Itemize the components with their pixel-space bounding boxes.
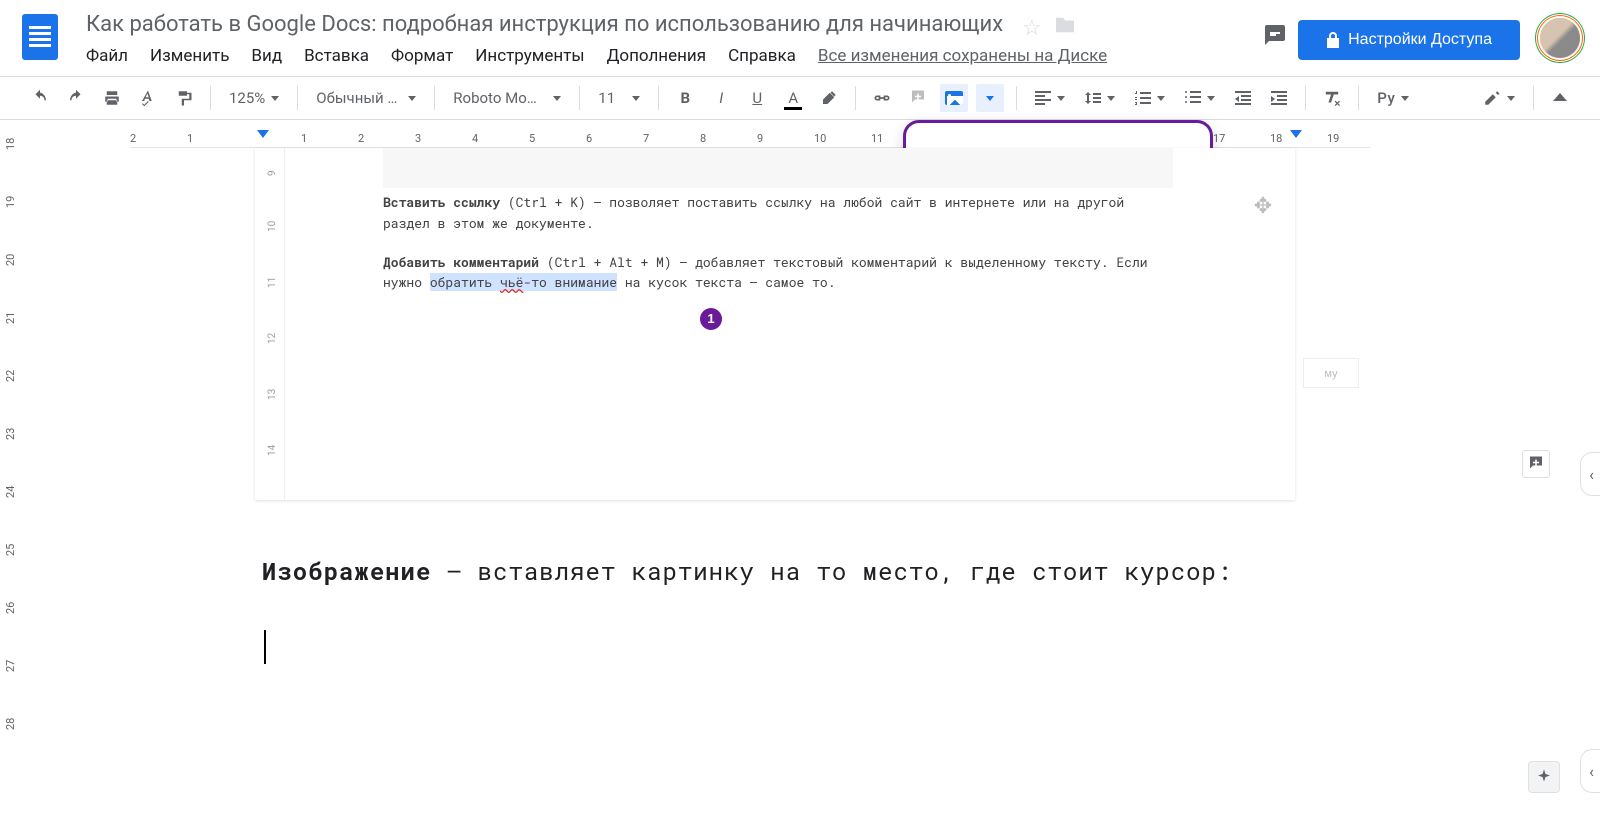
explore-button[interactable] (1528, 761, 1560, 793)
numbered-list-dropdown[interactable] (1129, 91, 1171, 105)
insert-image-button[interactable] (940, 84, 968, 112)
caption-line: Изображение – вставляет картинку на то м… (262, 555, 1232, 589)
open-comments-icon[interactable] (1260, 20, 1290, 50)
vertical-ruler: 1819202122232425262728 (0, 134, 28, 813)
insert-link-button[interactable] (868, 84, 896, 112)
nested-bold: Вставить ссылку (383, 193, 500, 211)
insert-image-dropdown-caret[interactable] (976, 84, 1004, 112)
left-indent-marker[interactable] (257, 130, 269, 138)
docs-logo-icon[interactable] (22, 14, 58, 60)
menu-файл[interactable]: Файл (86, 46, 128, 66)
line-spacing-dropdown[interactable] (1079, 90, 1121, 106)
star-icon[interactable]: ☆ (1022, 16, 1042, 41)
bold-button[interactable]: B (671, 84, 699, 112)
collapse-toolbar-button[interactable] (1546, 84, 1574, 112)
zoom-dropdown[interactable]: 125% (223, 89, 285, 107)
menu-bar: Файл Изменить Вид Вставка Формат Инструменты Д… (86, 46, 1107, 66)
caption-bold: Изображение (262, 555, 431, 587)
nested-comment-stub: му (1303, 358, 1359, 388)
undo-button[interactable] (26, 84, 54, 112)
share-button[interactable]: Настройки Доступа (1298, 20, 1520, 60)
add-comment-fab[interactable] (1522, 450, 1550, 478)
input-tools-dropdown[interactable]: Ру (1371, 89, 1415, 107)
image-icon (945, 91, 963, 105)
menu-изменить[interactable]: Изменить (150, 46, 229, 66)
menu-дополнения[interactable]: Дополнения (607, 46, 706, 66)
spellcheck-button[interactable] (134, 84, 162, 112)
add-comment-button[interactable] (904, 84, 932, 112)
document-title[interactable]: Как работать в Google Docs: подробная ин… (86, 12, 1003, 37)
nested-header-area (383, 148, 1173, 188)
redo-button[interactable] (62, 84, 90, 112)
decrease-indent-button[interactable] (1229, 84, 1257, 112)
account-avatar[interactable] (1540, 18, 1580, 58)
highlight-color-button[interactable] (815, 84, 843, 112)
text-caret (264, 630, 266, 664)
nested-vertical-ruler: 91011121314 (265, 148, 285, 500)
lock-icon (1326, 32, 1340, 48)
menu-инструменты[interactable]: Инструменты (475, 46, 584, 66)
menu-вид[interactable]: Вид (251, 46, 282, 66)
editing-mode-dropdown[interactable] (1477, 89, 1521, 107)
saved-status[interactable]: Все изменения сохранены на Диске (818, 46, 1107, 66)
toolbar: 125% Обычный … Roboto Mo… 11 B I U A Ру (0, 76, 1600, 120)
header: Как работать в Google Docs: подробная ин… (0, 0, 1600, 76)
increase-indent-button[interactable] (1265, 84, 1293, 112)
bulleted-list-dropdown[interactable] (1179, 91, 1221, 105)
menu-справка[interactable]: Справка (728, 46, 796, 66)
menu-формат[interactable]: Формат (391, 46, 453, 66)
side-panel-expand[interactable]: ‹ (1580, 452, 1600, 496)
nested-bold: Добавить комментарий (383, 253, 539, 271)
move-handle-icon[interactable]: ✥ (1249, 192, 1277, 220)
clear-formatting-button[interactable] (1318, 84, 1346, 112)
font-size-dropdown[interactable]: 11 (592, 89, 646, 107)
paint-format-button[interactable] (170, 84, 198, 112)
italic-button[interactable]: I (707, 84, 735, 112)
paragraph-style-dropdown[interactable]: Обычный … (310, 89, 422, 107)
right-indent-marker[interactable] (1290, 130, 1302, 138)
workspace: 1819202122232425262728 21123456789101112… (0, 120, 1600, 813)
underline-button[interactable]: U (743, 84, 771, 112)
annotation-badge-1: 1 (700, 308, 722, 330)
nested-document-preview: 91011121314 Вставить ссылку (Ctrl + K) –… (255, 148, 1295, 500)
side-panel-expand-bottom[interactable]: ‹ (1580, 749, 1600, 793)
align-dropdown[interactable] (1029, 91, 1071, 105)
font-family-dropdown[interactable]: Roboto Mo… (447, 89, 567, 107)
move-to-folder-icon[interactable] (1054, 16, 1076, 34)
menu-вставка[interactable]: Вставка (304, 46, 369, 66)
share-button-label: Настройки Доступа (1348, 31, 1492, 49)
print-button[interactable] (98, 84, 126, 112)
text-color-button[interactable]: A (779, 84, 807, 112)
